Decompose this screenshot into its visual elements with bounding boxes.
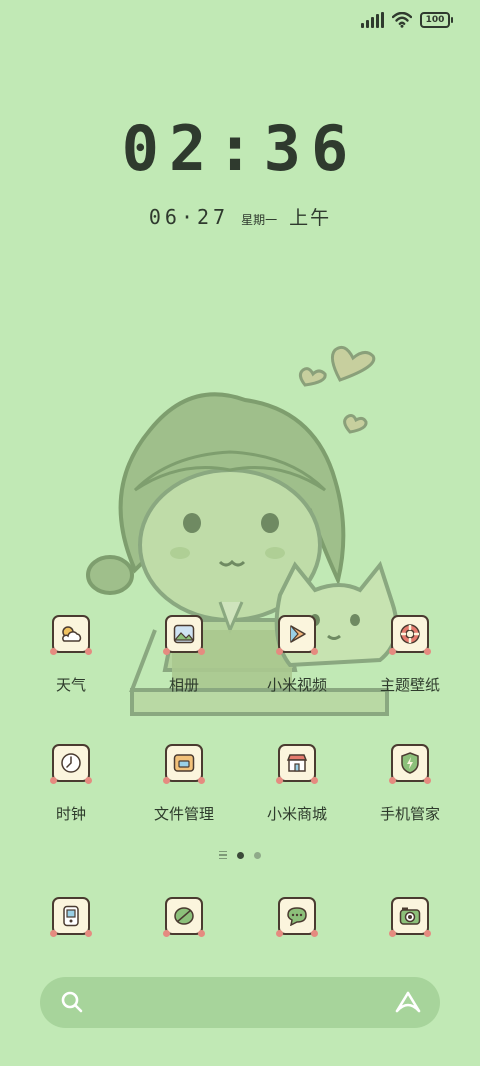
- dock-browser[interactable]: [124, 897, 244, 937]
- mi-store-icon: [276, 744, 318, 784]
- app-security[interactable]: 手机管家: [350, 744, 470, 824]
- dock-phone[interactable]: [11, 897, 131, 937]
- app-label: 主题壁纸: [379, 676, 440, 694]
- app-mi-store[interactable]: 小米商城: [237, 744, 357, 824]
- app-label: 小米商城: [266, 805, 327, 823]
- gallery-icon: [163, 615, 205, 655]
- app-themes[interactable]: 主题壁纸: [350, 615, 470, 695]
- page-dot-current[interactable]: [237, 851, 244, 859]
- app-label: 手机管家: [379, 805, 440, 823]
- app-label: 时钟: [55, 805, 86, 823]
- video-icon: [276, 615, 318, 655]
- weather-icon: [50, 615, 92, 655]
- themes-icon: [389, 615, 431, 655]
- page-indicator[interactable]: [0, 851, 480, 859]
- ampm-text: 上午: [289, 207, 332, 229]
- app-label: 小米视频: [266, 676, 327, 694]
- messages-icon: [276, 897, 318, 937]
- app-video[interactable]: 小米视频: [237, 615, 357, 695]
- signal-icon: [361, 12, 384, 28]
- app-label: 文件管理: [153, 805, 214, 823]
- assistant-icon[interactable]: [394, 990, 422, 1014]
- weekday-text: 星期一: [241, 213, 278, 227]
- page-dot[interactable]: [254, 851, 261, 859]
- dock-camera[interactable]: [350, 897, 470, 937]
- camera-icon: [389, 897, 431, 937]
- app-list-indicator-icon[interactable]: [219, 851, 227, 859]
- app-clock[interactable]: 时钟: [11, 744, 131, 824]
- wifi-icon: [392, 12, 412, 28]
- date-line[interactable]: 06·27 星期一 上午: [0, 203, 480, 230]
- clock-time[interactable]: 02:36: [0, 112, 480, 185]
- security-icon: [389, 744, 431, 784]
- clock-icon: [50, 744, 92, 784]
- status-bar: 100: [361, 12, 453, 28]
- browser-icon: [163, 897, 205, 937]
- app-gallery[interactable]: 相册: [124, 615, 244, 695]
- date-text: 06·27: [148, 205, 230, 229]
- app-label: 相册: [168, 676, 199, 694]
- heart-icon: [330, 345, 376, 382]
- app-label: 天气: [55, 676, 86, 694]
- battery-icon: 100: [420, 12, 453, 28]
- heart-icon: [343, 414, 368, 434]
- heart-icon: [298, 367, 327, 387]
- file-manager-icon: [163, 744, 205, 784]
- phone-icon: [50, 897, 92, 937]
- dock-messages[interactable]: [237, 897, 357, 937]
- app-weather[interactable]: 天气: [11, 615, 131, 695]
- search-icon[interactable]: [60, 990, 84, 1014]
- search-bar[interactable]: [40, 977, 440, 1028]
- app-file-manager[interactable]: 文件管理: [124, 744, 244, 824]
